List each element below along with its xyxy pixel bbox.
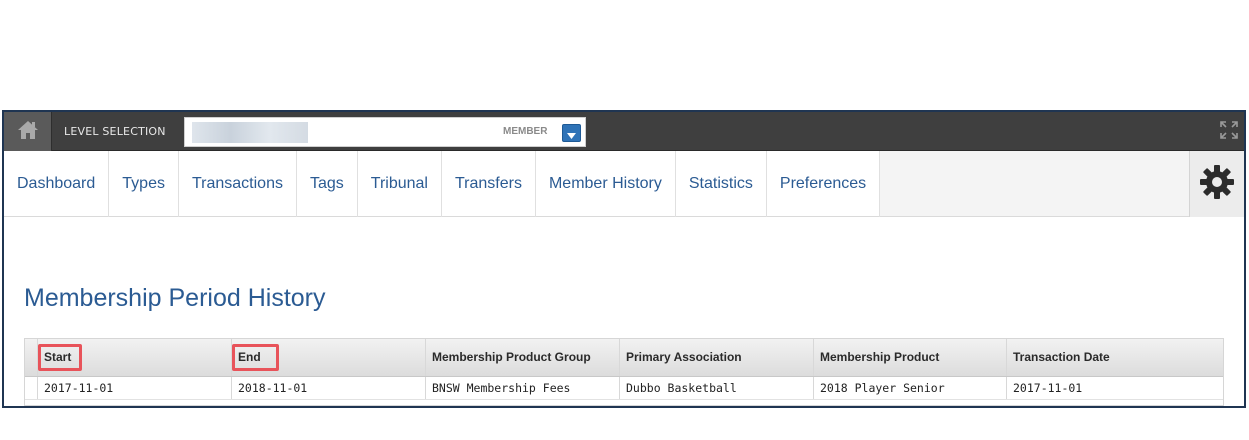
home-icon (17, 120, 39, 144)
level-selector[interactable]: MEMBER (184, 117, 586, 147)
level-dropdown-button[interactable] (562, 124, 581, 142)
level-name-redacted (192, 122, 308, 143)
column-header-primary-association[interactable]: Primary Association (619, 339, 813, 376)
cell-start: 2017-11-01 (37, 377, 231, 399)
nav-dashboard[interactable]: Dashboard (4, 151, 110, 217)
nav-member-history[interactable]: Member History (536, 151, 676, 217)
expand-icon (1219, 120, 1239, 144)
nav-preferences[interactable]: Preferences (767, 151, 881, 217)
gear-icon (1199, 164, 1235, 204)
nav-transfers[interactable]: Transfers (442, 151, 536, 217)
nav-statistics[interactable]: Statistics (676, 151, 767, 217)
nav-transactions[interactable]: Transactions (179, 151, 297, 217)
nav-tribunal[interactable]: Tribunal (358, 151, 442, 217)
cell-primary-association: Dubbo Basketball (619, 377, 813, 399)
table-row[interactable]: 2017-11-01 2018-11-01 BNSW Membership Fe… (25, 377, 1223, 400)
end-column-highlight (232, 344, 279, 371)
home-button[interactable] (4, 112, 52, 151)
nav-tags[interactable]: Tags (297, 151, 358, 217)
chevron-down-icon (567, 124, 576, 143)
cell-end: 2018-11-01 (231, 377, 425, 399)
level-type-label: MEMBER (503, 126, 548, 137)
top-bar: LEVEL SELECTION MEMBER (4, 112, 1244, 151)
start-column-highlight (38, 344, 82, 371)
settings-button[interactable] (1189, 151, 1244, 217)
membership-history-table: Start End Membership Product Group Prima… (24, 338, 1224, 406)
cell-product-group: BNSW Membership Fees (425, 377, 619, 399)
main-nav: Dashboard Types Transactions Tags Tribun… (4, 151, 1244, 217)
row-selector-header (25, 339, 37, 376)
nav-spacer (880, 151, 1189, 216)
row-selector[interactable] (25, 377, 37, 399)
cell-membership-product: 2018 Player Senior (813, 377, 1006, 399)
column-header-membership-product[interactable]: Membership Product (813, 339, 1006, 376)
cell-transaction-date: 2017-11-01 (1006, 377, 1223, 399)
expand-button[interactable] (1214, 112, 1244, 151)
level-selection-label: LEVEL SELECTION (64, 125, 166, 138)
column-header-transaction-date[interactable]: Transaction Date (1006, 339, 1223, 376)
app-window: LEVEL SELECTION MEMBER Dashboard Types T… (2, 110, 1246, 408)
column-header-product-group[interactable]: Membership Product Group (425, 339, 619, 376)
nav-types[interactable]: Types (109, 151, 179, 217)
page-title: Membership Period History (24, 284, 326, 312)
table-header-row: Start End Membership Product Group Prima… (25, 339, 1223, 377)
